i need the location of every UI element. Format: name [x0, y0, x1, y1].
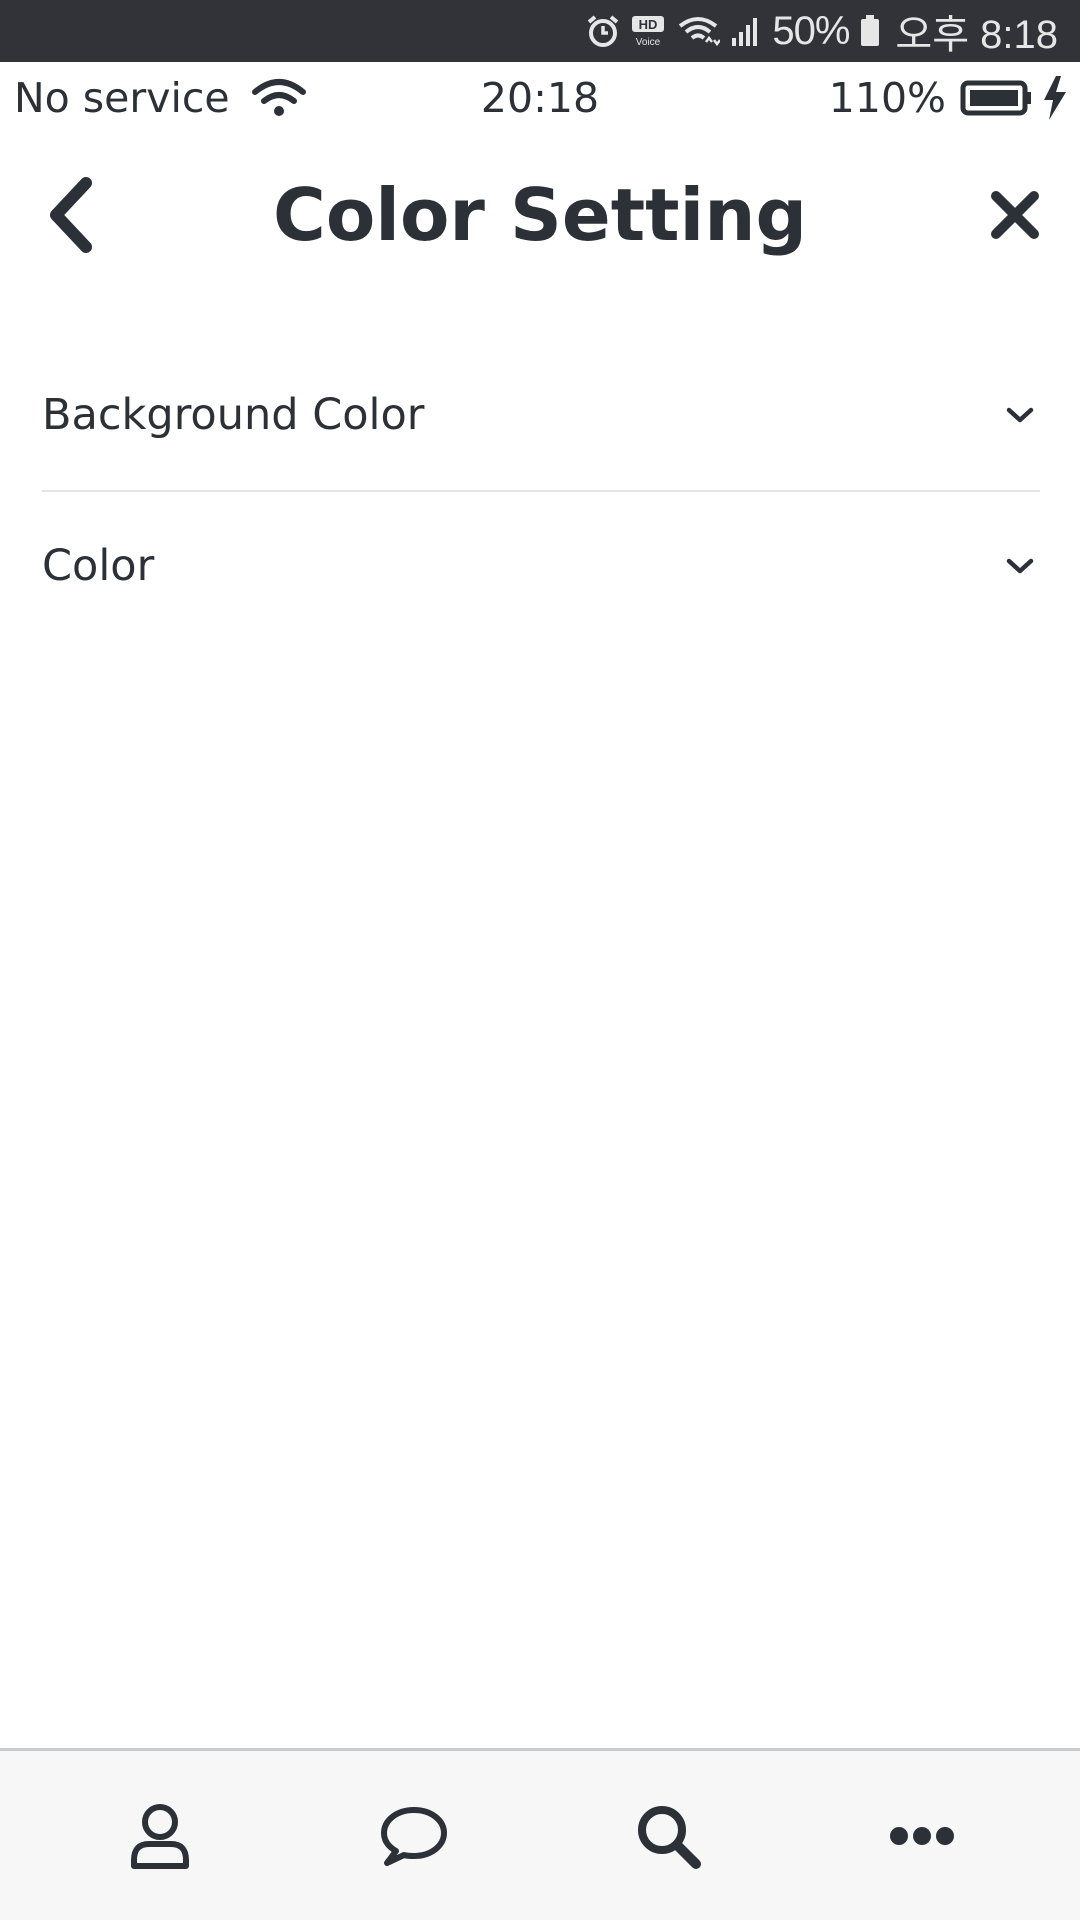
chevron-down-icon [1000, 556, 1040, 576]
background-color-label: Background Color [42, 390, 425, 440]
svg-text:Voice: Voice [636, 37, 661, 48]
page-title: Color Setting [272, 173, 808, 257]
person-icon [129, 1802, 191, 1870]
bottom-tab-bar [0, 1748, 1080, 1920]
tab-chat[interactable] [287, 1751, 541, 1920]
tab-more[interactable] [795, 1751, 1049, 1920]
chevron-down-icon [1000, 405, 1040, 425]
color-label: Color [42, 541, 155, 591]
system-time: 오후 8:18 [895, 13, 1058, 57]
close-icon [990, 190, 1040, 240]
color-settings-list: Background Color Color [42, 340, 1040, 640]
wifi-icon [676, 14, 721, 48]
carrier-label: No service [14, 74, 230, 122]
tab-profile[interactable] [33, 1751, 287, 1920]
signal-icon [730, 14, 760, 48]
app-status-bar: No service 20:18 110% [0, 62, 1080, 134]
close-button[interactable] [980, 180, 1050, 250]
battery-icon [960, 80, 1032, 116]
back-button[interactable] [30, 170, 110, 260]
tab-search[interactable] [541, 1751, 795, 1920]
chevron-left-icon [46, 177, 94, 253]
chat-bubble-icon [379, 1805, 449, 1867]
hd-voice-icon: HD Voice [630, 14, 666, 48]
system-battery-percent: 50% [772, 8, 850, 53]
charging-bolt-icon [1040, 76, 1068, 120]
color-row[interactable]: Color [42, 490, 1040, 640]
search-icon [634, 1802, 702, 1870]
wifi-icon [251, 78, 306, 118]
more-icon [889, 1825, 955, 1847]
alarm-icon [586, 14, 620, 48]
battery-icon [859, 14, 881, 48]
background-color-row[interactable]: Background Color [42, 340, 1040, 490]
svg-text:HD: HD [639, 17, 658, 32]
app-time: 20:18 [480, 74, 600, 122]
battery-percent: 110% [828, 74, 946, 122]
system-status-bar: HD Voice 50% 오후 8:18 [0, 0, 1080, 62]
header: Color Setting [0, 150, 1080, 280]
